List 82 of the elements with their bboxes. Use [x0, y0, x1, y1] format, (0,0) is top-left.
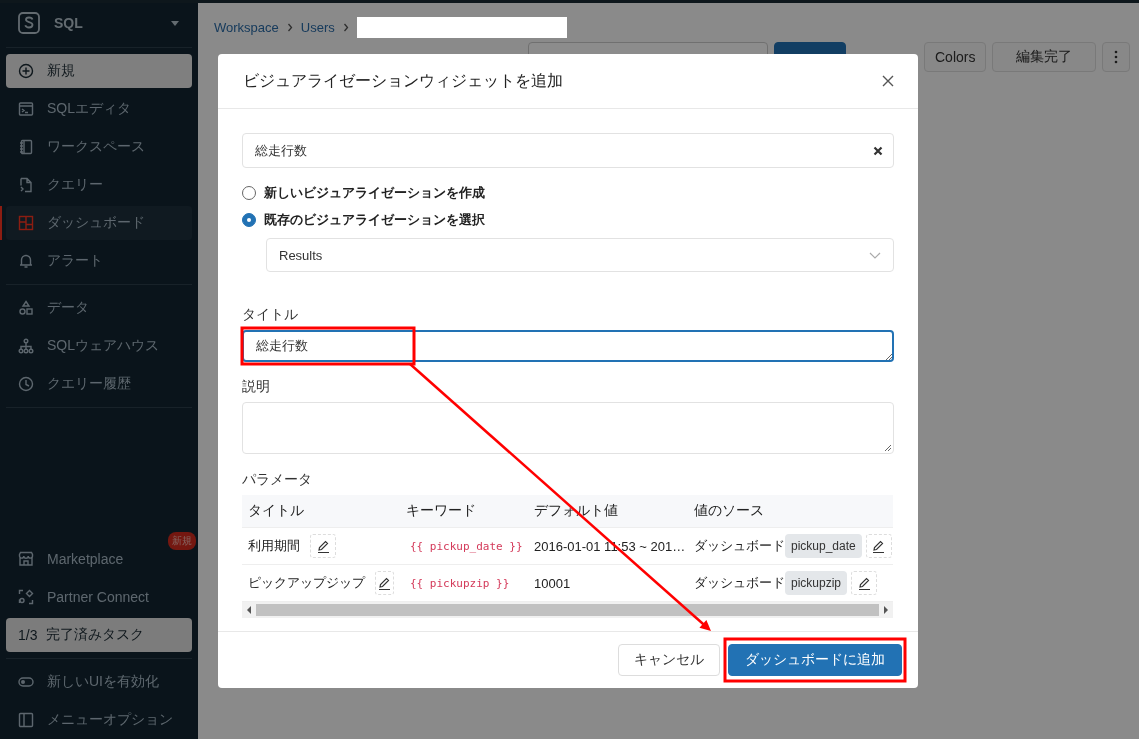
shapes-icon — [18, 300, 34, 316]
chevron-right-icon — [286, 23, 293, 32]
cancel-button[interactable]: キャンセル — [618, 644, 720, 676]
chevron-down-icon — [869, 251, 881, 259]
sidebar-item[interactable]: SQLウェアハウス — [6, 329, 192, 363]
connect-icon — [18, 589, 34, 605]
task-count: 1/3 — [18, 627, 38, 643]
edit-button[interactable] — [865, 534, 892, 558]
kebab-icon — [1114, 50, 1119, 64]
radio-button[interactable] — [242, 186, 256, 200]
pencil-icon — [872, 539, 886, 553]
resize-grip-icon — [885, 353, 893, 361]
file-code-icon — [18, 177, 34, 193]
column-header: 値のソース — [693, 502, 765, 520]
table-cell-text: 10001 — [533, 575, 572, 591]
sidebar-item[interactable]: Partner Connect — [6, 580, 192, 614]
table-cell: ダッシュボード — [694, 537, 785, 555]
edit-button[interactable] — [310, 534, 336, 558]
sidebar-item[interactable]: メニューオプション — [6, 703, 192, 737]
dashboard-icon — [18, 215, 34, 231]
logo-icon — [18, 12, 40, 34]
terminal-window-icon — [18, 101, 34, 117]
column-header: デフォルト値 — [533, 502, 619, 520]
radio-button[interactable] — [242, 213, 256, 227]
task-progress-button[interactable]: 1/3 完了済みタスク — [6, 618, 192, 652]
header-button[interactable]: Colors — [924, 42, 987, 72]
scroll-left-icon — [246, 606, 252, 614]
add-to-dashboard-button[interactable]: ダッシュボードに追加 — [728, 644, 902, 676]
chevron-right-icon — [342, 23, 349, 32]
scroll-right-icon — [883, 606, 889, 614]
field-label: 説明 — [242, 378, 271, 396]
search-field[interactable]: 総走行数 — [243, 134, 893, 167]
sidebar-item[interactable]: クエリー履歴 — [6, 367, 192, 401]
product-switcher[interactable]: SQL — [6, 3, 192, 43]
sidebar-item[interactable]: SQLエディタ — [6, 92, 192, 126]
new-button[interactable]: 新規 — [6, 54, 192, 88]
task-label: 完了済みタスク — [46, 626, 145, 644]
field-label: タイトル — [242, 306, 299, 324]
resize-grip-icon — [884, 444, 892, 452]
sidebar-item[interactable]: クエリー — [6, 168, 192, 202]
caret-down-icon — [170, 19, 180, 27]
table-cell: ダッシュボード — [694, 574, 785, 592]
edit-button[interactable] — [851, 571, 878, 595]
sidebar-item[interactable]: ワークスペース — [6, 130, 192, 164]
sidebar-item[interactable]: データ — [6, 291, 192, 325]
toggle-icon — [18, 674, 34, 690]
keyword-cell-text: {{ pickup_date }} — [409, 539, 524, 553]
column-header: タイトル — [247, 502, 305, 520]
pencil-icon — [857, 576, 871, 590]
table-cell: 利用期間 — [248, 537, 300, 555]
notebook-icon — [18, 139, 34, 155]
header-button[interactable]: 編集完了 — [992, 42, 1097, 72]
hierarchy-icon — [18, 338, 34, 354]
product-name: SQL — [54, 15, 84, 31]
parameter-tag: pickup_date — [785, 534, 862, 558]
plus-circle-icon — [18, 63, 34, 79]
radio-label: 新しいビジュアライゼーションを作成 — [264, 184, 485, 202]
description-field[interactable] — [242, 402, 894, 454]
sidebar-item[interactable]: アラート — [6, 244, 192, 278]
edit-button[interactable] — [375, 571, 394, 595]
column-header: キーワード — [405, 502, 477, 520]
pencil-icon — [316, 539, 330, 553]
visualization-select[interactable]: Results — [266, 238, 894, 272]
breadcrumb-link[interactable]: Workspace — [214, 20, 279, 35]
keyword-cell-text: {{ pickupzip }} — [409, 576, 511, 590]
clear-icon — [873, 146, 883, 156]
section-label: パラメータ — [242, 471, 313, 489]
breadcrumb-link[interactable]: Users — [300, 20, 335, 35]
close-icon — [882, 75, 894, 87]
new-badge: 新規 — [168, 532, 196, 550]
sidebar-item[interactable]: 新しいUIを有効化 — [6, 665, 192, 699]
table-cell: ピックアップジップ — [248, 574, 365, 592]
pencil-icon — [378, 576, 391, 590]
radio-label: 既存のビジュアライゼーションを選択 — [264, 211, 485, 229]
horizontal-scrollbar[interactable] — [242, 602, 893, 618]
storefront-icon — [18, 551, 34, 567]
bell-icon — [18, 253, 34, 269]
parameter-tag: pickupzip — [785, 571, 848, 595]
sidebar-panel-icon — [18, 712, 34, 728]
dialog-title: ビジュアライゼーションウィジェットを追加 — [243, 70, 563, 91]
title-field[interactable]: 総走行数 — [242, 330, 894, 362]
clock-icon — [18, 376, 34, 392]
